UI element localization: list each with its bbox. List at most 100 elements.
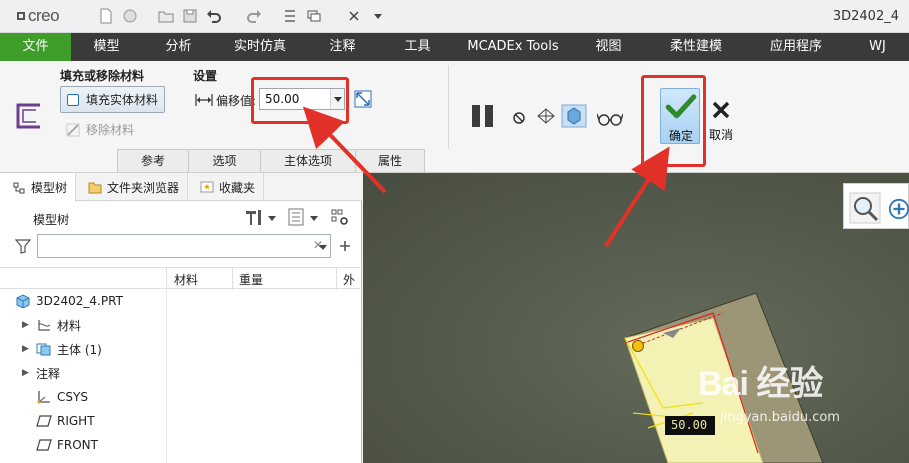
column-header-appearance[interactable]: 外 <box>343 271 355 288</box>
settings-group-title: 设置 <box>193 69 218 83</box>
favorites-icon <box>200 181 214 193</box>
chevron-down-icon[interactable] <box>268 214 276 222</box>
zoom-in-icon[interactable] <box>888 198 909 220</box>
remove-material-button[interactable]: 移除材料 <box>66 121 134 138</box>
filter-row: ✕ <box>15 234 360 259</box>
tree-item-label: 材料 <box>57 318 82 333</box>
tree-item-csys[interactable]: CSYS <box>36 387 202 407</box>
menu-tab-annotate[interactable]: 注释 <box>305 33 380 61</box>
ribbon-separator <box>448 65 449 149</box>
body-icon <box>36 343 51 356</box>
pause-icon[interactable] <box>472 105 496 127</box>
datum-plane-icon <box>36 439 52 451</box>
tree-item-label: RIGHT <box>57 414 95 428</box>
menu-tab-wj[interactable]: WJ <box>846 33 909 61</box>
offset-dimension-label[interactable]: 50.00 <box>665 416 715 435</box>
tab-model-tree[interactable]: 模型树 <box>0 173 77 202</box>
settings-hammer-icon[interactable] <box>244 208 264 226</box>
new-file-icon[interactable] <box>98 8 114 24</box>
title-bar: creo 3D2402_4 <box>0 0 909 33</box>
tab-options[interactable]: 选项 <box>188 149 261 172</box>
menu-bar: 文件 模型 分析 实时仿真 注释 工具 MCADEx Tools 视图 柔性建模… <box>0 33 909 61</box>
graphics-window[interactable]: 50.00 Bai 经验 jingyan.baidu.com <box>363 173 909 463</box>
redo-icon[interactable] <box>246 8 262 24</box>
column-settings-icon[interactable] <box>330 208 350 226</box>
expand-icon[interactable]: ▶ <box>22 320 30 330</box>
tab-folder-browser[interactable]: 文件夹浏览器 <box>76 173 189 201</box>
tree-column-headers: 材料 重量 外 <box>0 267 362 290</box>
undo-icon[interactable] <box>206 8 222 24</box>
column-header-weight[interactable]: 重量 <box>239 271 263 288</box>
menu-tab-flexible-modeling[interactable]: 柔性建模 <box>646 33 746 61</box>
offset-dimension-icon <box>195 94 213 106</box>
ribbon-panel-tabs: 参考 选项 主体选项 属性 <box>117 149 425 172</box>
tree-item-label: FRONT <box>57 438 98 452</box>
menu-tab-applications[interactable]: 应用程序 <box>746 33 846 61</box>
open-globe-icon[interactable] <box>122 8 138 24</box>
tab-properties[interactable]: 属性 <box>355 149 425 172</box>
window-title: 3D2402_4 <box>832 9 899 24</box>
fill-solid-button[interactable]: 填充实体材料 <box>60 86 165 113</box>
datum-plane-icon <box>36 415 52 427</box>
chevron-down-icon[interactable] <box>319 243 327 251</box>
remove-material-label: 移除材料 <box>86 123 135 137</box>
tree-item-front-plane[interactable]: FRONT <box>36 435 202 455</box>
column-header-material[interactable]: 材料 <box>174 271 198 288</box>
checkbox-icon <box>67 93 79 106</box>
creo-logo: creo <box>17 6 60 26</box>
cancel-label: 取消 <box>708 128 733 142</box>
expand-icon[interactable]: ▶ <box>22 344 30 354</box>
windows-icon[interactable] <box>306 8 322 24</box>
expand-icon[interactable]: ▶ <box>22 368 30 378</box>
close-window-icon[interactable] <box>346 8 362 24</box>
remove-material-icon <box>66 123 80 136</box>
filter-icon[interactable] <box>15 238 31 254</box>
navigator-panel: 模型树 文件夹浏览器 收藏夹 模型树 ✕ 材料 重量 外 3D2402_4.PR… <box>0 173 362 463</box>
save-icon[interactable] <box>182 8 198 24</box>
no-preview-icon[interactable] <box>512 111 526 125</box>
menu-tab-analysis[interactable]: 分析 <box>142 33 215 61</box>
verify-glasses-icon[interactable] <box>597 111 623 127</box>
menu-tab-model[interactable]: 模型 <box>71 33 142 61</box>
show-list-icon[interactable] <box>288 208 304 226</box>
open-folder-icon[interactable] <box>158 8 174 24</box>
tab-body-options[interactable]: 主体选项 <box>260 149 356 172</box>
highlight-ok-button <box>641 75 706 167</box>
menu-tab-view[interactable]: 视图 <box>571 33 646 61</box>
preview-mesh-icon[interactable] <box>536 107 556 125</box>
flip-direction-icon[interactable] <box>354 90 372 108</box>
tree-item-label: 3D2402_4.PRT <box>36 294 123 308</box>
tree-item-part[interactable]: 3D2402_4.PRT <box>15 291 181 311</box>
column-divider <box>232 268 233 290</box>
thicken-ribbon: 填充或移除材料 填充实体材料 移除材料 设置 偏移值: 50.00 参考 选项 … <box>0 61 909 173</box>
tree-item-body[interactable]: ▶ 主体 (1) <box>22 339 188 359</box>
filter-input[interactable] <box>37 234 331 258</box>
model-tree-icon <box>13 182 25 193</box>
cancel-button[interactable]: 取消 <box>706 88 736 144</box>
regenerate-icon[interactable] <box>282 8 298 24</box>
menu-tab-tools[interactable]: 工具 <box>380 33 455 61</box>
add-filter-icon[interactable] <box>339 240 351 252</box>
material-icon <box>38 320 51 331</box>
menu-tab-mcadex[interactable]: MCADEx Tools <box>455 33 571 61</box>
fill-solid-label: 填充实体材料 <box>86 93 159 107</box>
chevron-down-icon[interactable] <box>310 214 318 222</box>
quick-access-dropdown-icon[interactable] <box>370 8 386 24</box>
tab-model-tree-label: 模型树 <box>31 181 68 195</box>
csys-icon <box>37 391 50 404</box>
zoom-icon[interactable] <box>849 192 881 224</box>
tree-item-label: 主体 (1) <box>57 342 102 357</box>
tree-item-label: 注释 <box>36 366 61 381</box>
column-divider <box>336 268 337 290</box>
tab-favorites[interactable]: 收藏夹 <box>188 173 265 201</box>
column-divider <box>166 268 167 290</box>
view-toolbar <box>843 183 909 229</box>
tree-item-right-plane[interactable]: RIGHT <box>36 411 202 431</box>
menu-tab-file[interactable]: 文件 <box>0 33 71 61</box>
tab-references[interactable]: 参考 <box>117 149 189 172</box>
tree-item-annotations[interactable]: ▶ 注释 <box>22 363 188 383</box>
tab-folder-browser-label: 文件夹浏览器 <box>107 180 180 195</box>
tree-item-material[interactable]: ▶ 材料 <box>22 315 188 335</box>
menu-tab-simulation[interactable]: 实时仿真 <box>215 33 305 61</box>
preview-solid-icon[interactable] <box>561 104 587 128</box>
